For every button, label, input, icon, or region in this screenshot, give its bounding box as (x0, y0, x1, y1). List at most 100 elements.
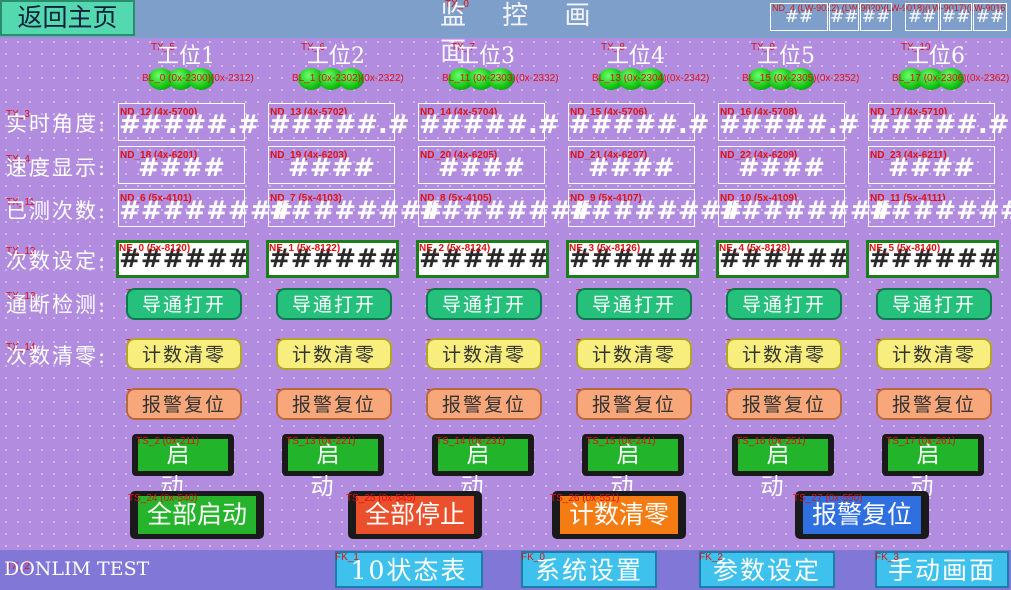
setpoint-tag: NE_4 (5x-8128) (719, 243, 791, 254)
alarm-reset-button[interactable]: 报警复位 (426, 388, 542, 420)
row-label-clear: 次数清零: (6, 344, 108, 368)
count-display: ND_11 (5x-4111)######## (868, 189, 1011, 227)
angle-value: #####.# (569, 110, 710, 140)
count-setpoint-input[interactable]: NE_4 (5x-8128)######## (716, 240, 849, 278)
speed-value: #### (287, 153, 376, 183)
station-heading: 工位5 (757, 44, 815, 69)
count-display: ND_10 (5x-4109) ######## (718, 189, 893, 227)
count-clear-button[interactable]: 计数清零 (726, 338, 842, 370)
speed-display: ND_20 (4x-6205) #### (418, 146, 545, 184)
speed-value: #### (137, 153, 226, 183)
top-num-6: ## (973, 3, 1007, 31)
lamp-tag: BL_13 (0x-2304)(0x-2342) (592, 74, 710, 84)
start-tag: TS_17 (0x-261) (886, 436, 956, 447)
big-button-tag: TS_24 (0x-540) (128, 493, 198, 504)
top-num-2: ## (829, 3, 859, 31)
top-num-3: ## (860, 3, 892, 31)
function-key-tag: FK_2 (699, 552, 723, 563)
lamp-tag: BL_15 (0x-2305)(0x-2352) (742, 74, 860, 84)
start-tag: TS_16 (0x-251) (736, 436, 806, 447)
count-clear-button[interactable]: 计数清零 (276, 338, 392, 370)
lamp-tag: BL_17 (0x-2306)(0x-2362) (892, 74, 1010, 84)
function-key-tag: FK_3 (875, 552, 899, 563)
speed-display: ND_22 (4x-6209) #### (718, 146, 845, 184)
bottom-bar (0, 550, 1011, 590)
row-label-count: 已测次数: (6, 199, 108, 223)
count-display: ND_9 (5x-4107) ######## (568, 189, 743, 227)
setpoint-tag: NE_1 (5x-8122) (269, 243, 341, 254)
row-label-set: 次数设定: (6, 249, 108, 273)
hmi-screen: 返回主页 TX_0 监 控 画 面 ND_4 (LW-9022) (LW-902… (0, 0, 1011, 590)
count-display: ND_8 (5x-4105) ######## (418, 189, 593, 227)
function-key-tag: FK_0 (521, 552, 545, 563)
alarm-reset-button[interactable]: 报警复位 (726, 388, 842, 420)
continuity-check-button[interactable]: 导通打开 (276, 288, 392, 320)
big-button-tag: TS_26 (0x-551) (550, 493, 620, 504)
count-clear-button[interactable]: 计数清零 (126, 338, 242, 370)
top-num-5: ## (940, 3, 972, 31)
speed-value: #### (737, 153, 826, 183)
top-num-1: ## (770, 3, 828, 31)
angle-display: ND_17 (4x-5710) #####.# (868, 103, 1010, 141)
station-heading: 工位1 (157, 44, 215, 69)
continuity-check-button[interactable]: 导通打开 (726, 288, 842, 320)
speed-display: ND_18 (4x-6201) #### (118, 146, 245, 184)
footer-text: DONLIM TEST (4, 558, 150, 580)
count-clear-button[interactable]: 计数清零 (426, 338, 542, 370)
count-clear-button[interactable]: 计数清零 (876, 338, 992, 370)
start-tag: TS_14 (0x-231) (436, 436, 506, 447)
count-clear-button[interactable]: 计数清零 (576, 338, 692, 370)
angle-display: ND_15 (4x-5706) #####.# (568, 103, 710, 141)
angle-value: #####.# (869, 110, 1010, 140)
lamp-tag: BL_1 (0x-2302)(0x-2322) (292, 74, 404, 84)
alarm-reset-button[interactable]: 报警复位 (576, 388, 692, 420)
angle-value: #####.# (119, 110, 260, 140)
continuity-check-button[interactable]: 导通打开 (876, 288, 992, 320)
alarm-reset-button[interactable]: 报警复位 (276, 388, 392, 420)
start-tag: TS_13 (0x-221) (286, 436, 356, 447)
count-display: ND_6 (5x-4101) ######## (118, 189, 293, 227)
continuity-check-button[interactable]: 导通打开 (576, 288, 692, 320)
speed-display: ND_21 (4x-6207) #### (568, 146, 695, 184)
count-setpoint-input[interactable]: NE_0 (5x-8120)######## (116, 240, 249, 278)
continuity-check-button[interactable]: 导通打开 (126, 288, 242, 320)
continuity-check-button[interactable]: 导通打开 (426, 288, 542, 320)
angle-display: ND_13 (4x-5702) #####.# (268, 103, 410, 141)
setpoint-tag: NE_3 (5x-8126) (569, 243, 641, 254)
start-tag: TS_2 (0x-211) (136, 436, 200, 447)
setpoint-tag: NE_5 (5x-8140) (869, 243, 941, 254)
setpoint-tag: NE_0 (5x-8120) (119, 243, 191, 254)
speed-display: ND_23 (4x-6211) #### (868, 146, 995, 184)
count-setpoint-input[interactable]: NE_1 (5x-8122)######## (266, 240, 399, 278)
setpoint-tag: NE_2 (5x-8124) (419, 243, 491, 254)
row-label-check: 通断检测: (6, 293, 108, 317)
speed-value: #### (587, 153, 676, 183)
alarm-reset-button[interactable]: 报警复位 (876, 388, 992, 420)
function-key-tag: FK_1 (335, 552, 359, 563)
angle-value: #####.# (719, 110, 860, 140)
station-heading: 工位2 (307, 44, 365, 69)
station-heading: 工位6 (907, 44, 965, 69)
count-setpoint-input[interactable]: NE_2 (5x-8124)######## (416, 240, 549, 278)
station-heading: 工位3 (457, 44, 515, 69)
row-label-angle: 实时角度: (6, 112, 108, 136)
row-label-speed: 速度显示: (6, 156, 108, 180)
angle-value: #####.# (419, 110, 560, 140)
speed-display: ND_19 (4x-6203) #### (268, 146, 395, 184)
count-setpoint-input[interactable]: NE_5 (5x-8140)######## (866, 240, 999, 278)
speed-value: #### (437, 153, 526, 183)
count-value: ######## (869, 196, 1011, 226)
station-heading: 工位4 (607, 44, 665, 69)
alarm-reset-button[interactable]: 报警复位 (126, 388, 242, 420)
angle-display: ND_14 (4x-5704) #####.# (418, 103, 560, 141)
speed-value: #### (887, 153, 976, 183)
angle-display: ND_16 (4x-5708) #####.# (718, 103, 860, 141)
count-display: ND_7 (5x-4103) ######## (268, 189, 443, 227)
count-setpoint-input[interactable]: NE_3 (5x-8126)######## (566, 240, 699, 278)
page-title: 监 控 画 面 (440, 1, 605, 67)
lamp-tag: BL_0 (0x-2300)(0x-2312) (142, 74, 254, 84)
top-num-4: ## (905, 3, 939, 31)
lamp-tag: BL_11 (0x-2303)(0x-2332) (442, 74, 559, 84)
home-button[interactable]: 返回主页 (0, 0, 135, 36)
big-button-tag: TS_25 (0x-545) (346, 493, 416, 504)
